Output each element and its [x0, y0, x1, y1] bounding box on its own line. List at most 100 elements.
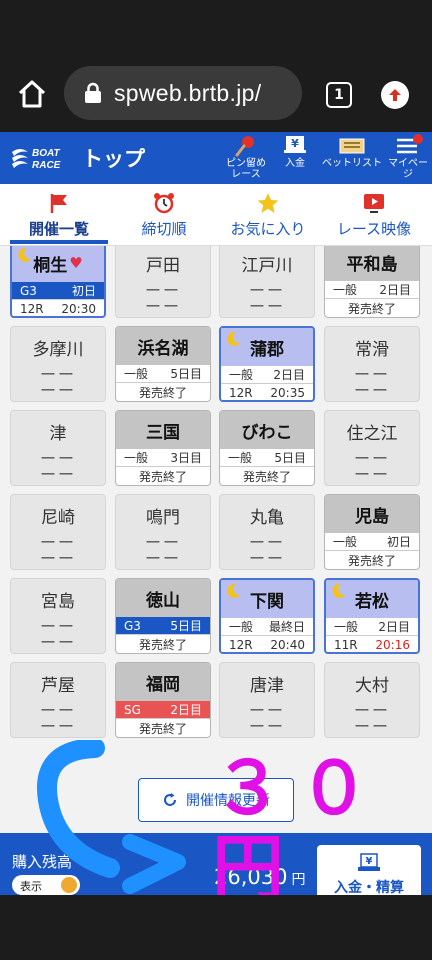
- deposit-header-label: 入金: [285, 158, 305, 169]
- pinned-races-label: ピン留め レース: [226, 158, 266, 180]
- app-header: BOAT RACE トップ ピン留め レース ¥ 入金 ベットリスト マイページ: [0, 132, 432, 184]
- venue-card: 宮島 ーー ーー: [10, 578, 106, 654]
- no-race-dash: ーー: [144, 297, 181, 316]
- venue-card: 大村 ーー ーー: [324, 662, 420, 738]
- venue-name: 徳山: [116, 579, 210, 617]
- venue-name-text: びわこ: [241, 422, 293, 443]
- home-icon[interactable]: [16, 78, 48, 110]
- tab-favorites[interactable]: お気に入り: [220, 184, 316, 246]
- venue-name-text: 大村: [355, 675, 389, 696]
- mypage-button[interactable]: マイページ: [384, 134, 432, 180]
- status-bar: [0, 0, 432, 56]
- venue-card[interactable]: びわこ 一般 5日目 発売終了: [219, 410, 315, 486]
- tab-deadline-label: 締切順: [141, 220, 187, 238]
- venue-name: 児島: [325, 495, 419, 533]
- venue-card[interactable]: 徳山 G3 5日目 発売終了: [115, 578, 211, 654]
- tab-switcher-button[interactable]: 1: [326, 82, 352, 108]
- sales-status: 発売終了: [138, 469, 187, 484]
- tab-schedule[interactable]: 開催一覧: [10, 184, 108, 246]
- no-race-dash: ーー: [39, 465, 76, 484]
- venue-name-text: 桐生: [33, 255, 68, 276]
- venue-card[interactable]: 蒲郡一般 2日目 12R 20:35: [219, 326, 315, 402]
- address-bar[interactable]: spweb.brtb.jp/: [64, 66, 302, 120]
- race-day: 3日目: [170, 451, 202, 465]
- venue-name-text: 芦屋: [41, 675, 75, 696]
- race-day: 5日目: [274, 451, 306, 465]
- venue-card: 多摩川 ーー ーー: [10, 326, 106, 402]
- tab-deadline[interactable]: 締切順: [116, 184, 212, 246]
- venue-card[interactable]: 児島 一般 初日 発売終了: [324, 494, 420, 570]
- no-race-dash: ーー: [39, 633, 76, 652]
- deposit-header-button[interactable]: ¥ 入金: [282, 134, 308, 169]
- race-day: 2日目: [378, 620, 410, 634]
- race-day: 2日目: [170, 703, 202, 717]
- tab-race-video-label: レース映像: [336, 220, 412, 238]
- bet-list-label: ベットリスト: [322, 158, 382, 169]
- logo-text-race: RACE: [32, 160, 61, 171]
- alarm-clock-icon: [154, 193, 174, 214]
- grade-row: 一般 2日目: [325, 281, 419, 299]
- venue-name-text: 江戸川: [241, 255, 293, 276]
- boatrace-logo[interactable]: BOAT RACE: [10, 144, 70, 172]
- grade-row: SG 2日目: [116, 701, 210, 719]
- venue-name-text: 常滑: [355, 339, 389, 360]
- sales-status: 発売終了: [347, 301, 396, 316]
- venue-name-text: 津: [49, 423, 67, 444]
- favorite-heart-icon: ♥: [69, 254, 83, 272]
- venue-card[interactable]: 平和島 一般 2日目 発売終了: [324, 246, 420, 318]
- race-day: 5日目: [170, 619, 202, 633]
- venue-card[interactable]: 三国 一般 3日目 発売終了: [115, 410, 211, 486]
- race-day: 5日目: [170, 367, 202, 381]
- star-icon: [257, 193, 279, 213]
- race-number: 12R: [229, 638, 253, 652]
- venue-card[interactable]: 福岡 SG 2日目発売終了: [115, 662, 211, 738]
- balance-visibility-toggle[interactable]: 表示: [12, 875, 80, 895]
- venue-card: 鳴門 ーー ーー: [115, 494, 211, 570]
- deadline-time: 20:35: [270, 386, 305, 400]
- venue-card[interactable]: 桐生 ♥ G3 初日 12R 20:30: [10, 246, 106, 318]
- venue-name-text: 蒲郡: [250, 339, 284, 360]
- grade-badge: 一般: [229, 368, 254, 382]
- grade-badge: G3: [124, 618, 141, 633]
- flag-icon: [50, 194, 67, 213]
- race-day: 2日目: [273, 368, 305, 382]
- race-day: 初日: [386, 535, 411, 549]
- grade-badge: 一般: [333, 283, 358, 297]
- tab-race-video[interactable]: レース映像: [322, 184, 426, 246]
- moon-icon: [227, 331, 240, 346]
- venue-name-text: 若松: [355, 591, 389, 612]
- no-race-dash: ーー: [39, 549, 76, 568]
- venue-card: 江戸川 ーー ーー: [219, 246, 315, 318]
- next-race-row: 12R 20:35: [221, 384, 313, 400]
- grade-row: G3 5日目: [116, 617, 210, 635]
- update-icon[interactable]: [381, 81, 409, 109]
- next-race-row: 12R 20:40: [221, 636, 313, 652]
- grade-row: 一般 5日目: [220, 449, 314, 467]
- toggle-label: 表示: [20, 880, 42, 893]
- venue-card[interactable]: 下関 一般 最終日 12R 20:40: [219, 578, 315, 654]
- venue-name: 唐津: [220, 663, 314, 703]
- active-tab-indicator: [10, 240, 108, 244]
- venue-name: 福岡: [116, 663, 210, 701]
- pinned-races-button[interactable]: ピン留め レース: [226, 134, 266, 180]
- race-number: 12R: [20, 302, 44, 316]
- pin-icon: [235, 136, 254, 157]
- grade-row: 一般 5日目: [116, 365, 210, 383]
- venue-name-text: 多摩川: [32, 339, 84, 360]
- venue-card[interactable]: 若松 一般 2日目 11R 20:16: [324, 578, 420, 654]
- venue-name-text: 下関: [250, 591, 284, 612]
- grade-badge: 一般: [124, 451, 149, 465]
- grade-row: 一般 3日目: [116, 449, 210, 467]
- grade-badge: 一般: [228, 451, 253, 465]
- venue-card[interactable]: 浜名湖 一般 5日目 発売終了: [115, 326, 211, 402]
- venue-card: 津ーー ーー: [10, 410, 106, 486]
- sales-status: 発売終了: [138, 721, 187, 736]
- venue-name: 津: [11, 411, 105, 451]
- venue-name-text: 唐津: [250, 675, 284, 696]
- venue-name: 浜名湖: [116, 327, 210, 365]
- bet-list-button[interactable]: ベットリスト: [322, 134, 382, 169]
- deadline-time: 20:40: [270, 638, 305, 652]
- venue-name-text: 宮島: [41, 591, 75, 612]
- no-race-dash: ーー: [353, 381, 390, 400]
- no-race-dash: ーー: [39, 381, 76, 400]
